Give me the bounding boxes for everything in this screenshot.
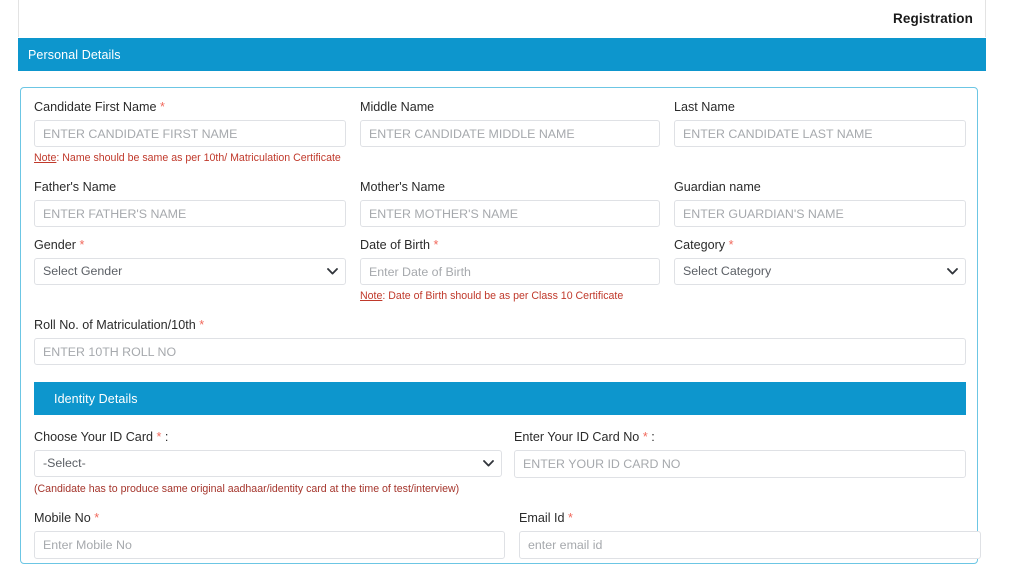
label-mother-name: Mother's Name xyxy=(360,179,660,196)
id-card-select-wrapper: -Select- xyxy=(34,450,502,477)
row-gender-dob-category: Gender * Select Gender Date of Birth * E… xyxy=(34,237,966,303)
first-name-input[interactable] xyxy=(34,120,346,147)
label-middle-name-text: Middle Name xyxy=(360,100,435,114)
required-marker-email: * xyxy=(568,511,573,525)
field-group-last-name: Last Name xyxy=(674,99,966,147)
mother-name-input[interactable] xyxy=(360,200,660,227)
gender-select[interactable]: Select Gender xyxy=(34,258,346,285)
label-id-card-no: Enter Your ID Card No * : xyxy=(514,429,966,446)
required-marker-roll-no: * xyxy=(199,318,205,332)
section-title-identity-details: Identity Details xyxy=(54,391,138,406)
row-names: Candidate First Name * Middle Name Last … xyxy=(34,99,966,147)
label-dob-text: Date of Birth xyxy=(360,238,430,252)
label-category-text: Category xyxy=(674,238,726,252)
category-selected-value: Select Category xyxy=(683,264,772,278)
required-marker-dob: * xyxy=(433,238,439,252)
gender-selected-value: Select Gender xyxy=(43,264,123,278)
label-last-name: Last Name xyxy=(674,99,966,116)
label-roll-no-text: Roll No. of Matriculation/10th xyxy=(34,318,196,332)
field-group-roll-no: Roll No. of Matriculation/10th * xyxy=(34,317,966,365)
dob-input[interactable] xyxy=(360,258,660,285)
label-middle-name: Middle Name xyxy=(360,99,660,116)
field-group-category: Category * Select Category xyxy=(674,237,966,303)
guardian-name-input[interactable] xyxy=(674,200,966,227)
field-group-mother-name: Mother's Name xyxy=(360,179,674,227)
spacer-after-id-row xyxy=(34,496,966,510)
form-body: Candidate First Name * Middle Name Last … xyxy=(34,99,981,559)
field-group-middle-name: Middle Name xyxy=(360,99,674,147)
roll-no-input[interactable] xyxy=(34,338,966,365)
father-name-input[interactable] xyxy=(34,200,346,227)
field-group-gender: Gender * Select Gender xyxy=(34,237,360,303)
field-group-mobile: Mobile No * xyxy=(34,510,519,559)
note-id-card-original: (Candidate has to produce same original … xyxy=(34,483,460,495)
label-id-card-text: Choose Your ID Card xyxy=(34,430,154,444)
label-first-name: Candidate First Name * xyxy=(34,99,346,116)
spacer-after-parents xyxy=(34,227,966,237)
field-group-id-card: Choose Your ID Card * : -Select- (Candid… xyxy=(34,429,514,496)
section-title-personal-details: Personal Details xyxy=(28,47,121,62)
label-guardian-name: Guardian name xyxy=(674,179,966,196)
note-dob-class10: Note: Date of Birth should be as per Cla… xyxy=(360,289,660,303)
category-select[interactable]: Select Category xyxy=(674,258,966,285)
id-card-select[interactable]: -Select- xyxy=(34,450,502,477)
label-dob: Date of Birth * xyxy=(360,237,660,254)
label-mobile: Mobile No * xyxy=(34,510,505,527)
registration-form-card: Candidate First Name * Middle Name Last … xyxy=(20,87,981,564)
spacer-after-name-note xyxy=(34,165,966,179)
category-select-wrapper: Select Category xyxy=(674,258,966,285)
field-group-dob: Date of Birth * Note: Date of Birth shou… xyxy=(360,237,674,303)
required-marker-mobile: * xyxy=(94,511,100,525)
id-card-no-input[interactable] xyxy=(514,450,966,478)
registration-page: Registration Personal Details Candidate … xyxy=(0,0,1024,571)
label-roll-no: Roll No. of Matriculation/10th * xyxy=(34,317,966,334)
mobile-input[interactable] xyxy=(34,531,505,559)
required-marker-id-card-no: * xyxy=(642,430,648,444)
note-name-matriculation: Note: Name should be same as per 10th/ M… xyxy=(34,151,966,165)
label-father-name: Father's Name xyxy=(34,179,346,196)
id-card-selected-value: -Select- xyxy=(43,456,86,470)
label-gender: Gender * xyxy=(34,237,346,254)
note-name-prefix: Note xyxy=(34,152,57,164)
field-group-id-card-no: Enter Your ID Card No * : xyxy=(514,429,966,496)
last-name-input[interactable] xyxy=(674,120,966,147)
required-marker-gender: * xyxy=(79,238,85,252)
label-id-card-no-text: Enter Your ID Card No xyxy=(514,430,640,444)
field-group-guardian-name: Guardian name xyxy=(674,179,966,227)
row-id-card: Choose Your ID Card * : -Select- (Candid… xyxy=(34,429,966,496)
label-mother-name-text: Mother's Name xyxy=(360,180,445,194)
note-name-text: : Name should be same as per 10th/ Matri… xyxy=(56,152,341,164)
note-dob-prefix: Note xyxy=(360,290,383,302)
label-id-card-colon: : xyxy=(164,430,169,444)
label-email: Email Id * xyxy=(519,510,966,527)
required-marker-category: * xyxy=(728,238,734,252)
row-contact: Mobile No * Email Id * xyxy=(34,510,981,559)
required-marker-first-name: * xyxy=(160,100,165,114)
required-marker-id-card: * xyxy=(156,430,162,444)
note-dob-text: : Date of Birth should be as per Class 1… xyxy=(382,290,624,302)
page-title: Registration xyxy=(893,11,973,26)
section-header-identity-details: Identity Details xyxy=(34,382,966,415)
field-group-email: Email Id * xyxy=(519,510,981,559)
field-group-first-name: Candidate First Name * xyxy=(34,99,360,147)
label-category: Category * xyxy=(674,237,966,254)
label-father-name-text: Father's Name xyxy=(34,180,117,194)
label-gender-text: Gender xyxy=(34,238,77,252)
label-id-card-no-colon: : xyxy=(651,430,655,444)
label-last-name-text: Last Name xyxy=(674,100,735,114)
middle-name-input[interactable] xyxy=(360,120,660,147)
section-header-personal-details: Personal Details xyxy=(18,38,986,71)
page-header: Registration xyxy=(18,0,986,37)
email-input[interactable] xyxy=(519,531,981,559)
label-email-text: Email Id xyxy=(519,511,565,525)
label-guardian-name-text: Guardian name xyxy=(674,180,761,194)
label-first-name-text: Candidate First Name xyxy=(34,100,157,114)
spacer-after-identity-bar xyxy=(34,415,966,429)
gender-select-wrapper: Select Gender xyxy=(34,258,346,285)
row-parents: Father's Name Mother's Name Guardian nam… xyxy=(34,179,966,227)
field-group-father-name: Father's Name xyxy=(34,179,360,227)
label-mobile-text: Mobile No xyxy=(34,511,91,525)
label-id-card: Choose Your ID Card * : xyxy=(34,429,502,446)
